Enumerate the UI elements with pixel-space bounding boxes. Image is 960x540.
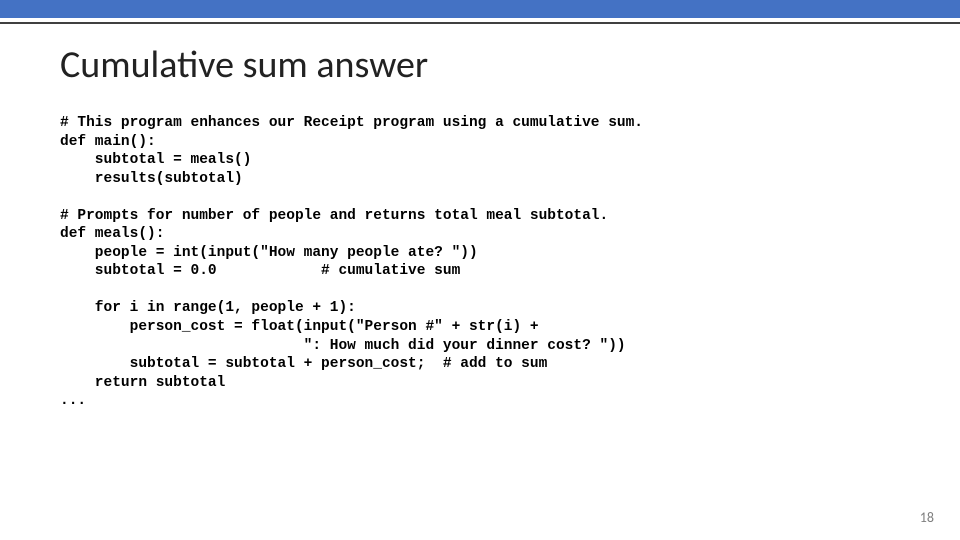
code-block: # This program enhances our Receipt prog… <box>60 114 900 411</box>
code-line: person_cost = float(input("Person #" + s… <box>60 319 539 335</box>
code-line: def meals(): <box>60 226 164 242</box>
slide-content: Cumulative sum answer # This program enh… <box>0 24 960 411</box>
code-line: people = int(input("How many people ate?… <box>60 245 478 261</box>
code-line: subtotal = subtotal + person_cost; # add… <box>60 356 547 372</box>
code-line: # This program enhances our Receipt prog… <box>60 115 643 131</box>
code-line: subtotal = 0.0 # cumulative sum <box>60 263 460 279</box>
code-line: ": How much did your dinner cost? ")) <box>60 338 626 354</box>
code-line: for i in range(1, people + 1): <box>60 300 356 316</box>
code-line: ... <box>60 393 86 409</box>
code-line: def main(): <box>60 134 156 150</box>
code-line: results(subtotal) <box>60 171 243 187</box>
slide-title: Cumulative sum answer <box>60 42 900 88</box>
code-line: subtotal = meals() <box>60 152 251 168</box>
code-line: return subtotal <box>60 375 225 391</box>
code-line: # Prompts for number of people and retur… <box>60 208 608 224</box>
slide-top-bar <box>0 0 960 18</box>
page-number: 18 <box>920 509 934 526</box>
